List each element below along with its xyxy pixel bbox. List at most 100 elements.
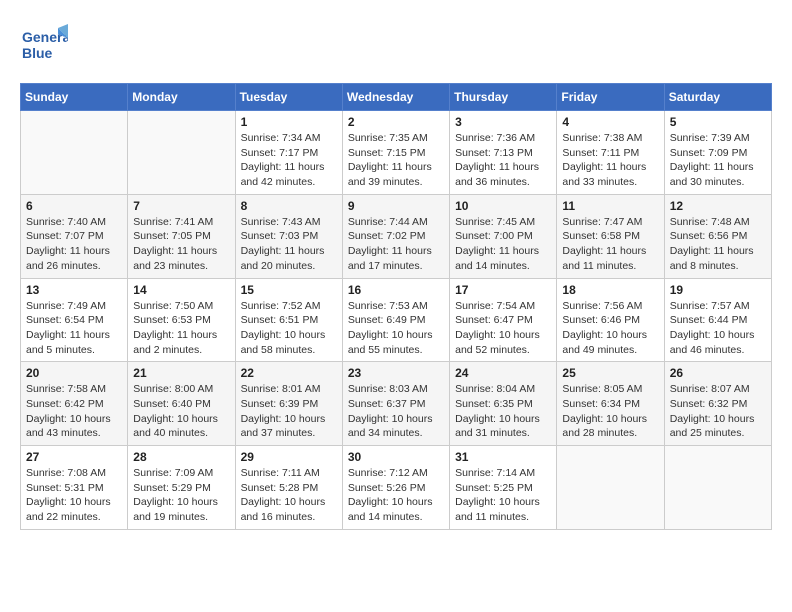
- day-number: 21: [133, 366, 229, 380]
- day-detail: Sunrise: 7:34 AMSunset: 7:17 PMDaylight:…: [241, 131, 337, 190]
- calendar-cell: 22 Sunrise: 8:01 AMSunset: 6:39 PMDayligh…: [235, 362, 342, 446]
- calendar-cell: 17 Sunrise: 7:54 AMSunset: 6:47 PMDayligh…: [450, 278, 557, 362]
- day-number: 27: [26, 450, 122, 464]
- day-detail: Sunrise: 7:09 AMSunset: 5:29 PMDaylight:…: [133, 466, 229, 525]
- day-number: 9: [348, 199, 444, 213]
- calendar-week-row: 27 Sunrise: 7:08 AMSunset: 5:31 PMDayligh…: [21, 446, 772, 530]
- calendar-cell: 28Sunrise: 7:09 AMSunset: 5:29 PMDayligh…: [128, 446, 235, 530]
- calendar-week-row: 6 Sunrise: 7:40 AMSunset: 7:07 PMDaylight…: [21, 194, 772, 278]
- day-number: 29: [241, 450, 337, 464]
- calendar-cell: 19 Sunrise: 7:57 AMSunset: 6:44 PMDayligh…: [664, 278, 771, 362]
- calendar-cell: 8 Sunrise: 7:43 AMSunset: 7:03 PMDaylight…: [235, 194, 342, 278]
- calendar-cell: 27 Sunrise: 7:08 AMSunset: 5:31 PMDayligh…: [21, 446, 128, 530]
- day-number: 12: [670, 199, 766, 213]
- day-number: 18: [562, 283, 658, 297]
- calendar-cell: 13Sunrise: 7:49 AMSunset: 6:54 PMDayligh…: [21, 278, 128, 362]
- day-number: 23: [348, 366, 444, 380]
- calendar-cell: 4Sunrise: 7:38 AMSunset: 7:11 PMDaylight…: [557, 111, 664, 195]
- day-detail: Sunrise: 8:03 AMSunset: 6:37 PMDaylight:…: [348, 382, 444, 441]
- day-number: 14: [133, 283, 229, 297]
- day-detail: Sunrise: 7:14 AMSunset: 5:25 PMDaylight:…: [455, 466, 551, 525]
- day-detail: Sunrise: 7:08 AMSunset: 5:31 PMDaylight:…: [26, 466, 122, 525]
- calendar-cell: 5 Sunrise: 7:39 AMSunset: 7:09 PMDaylight…: [664, 111, 771, 195]
- day-number: 17: [455, 283, 551, 297]
- calendar-cell: 30 Sunrise: 7:12 AMSunset: 5:26 PMDayligh…: [342, 446, 449, 530]
- calendar-cell: 18Sunrise: 7:56 AMSunset: 6:46 PMDayligh…: [557, 278, 664, 362]
- day-number: 30: [348, 450, 444, 464]
- day-detail: Sunrise: 7:41 AMSunset: 7:05 PMDaylight:…: [133, 215, 229, 274]
- logo-icon: General Blue: [20, 20, 68, 68]
- calendar-cell: 14 Sunrise: 7:50 AMSunset: 6:53 PMDayligh…: [128, 278, 235, 362]
- day-detail: Sunrise: 7:38 AMSunset: 7:11 PMDaylight:…: [562, 131, 658, 190]
- day-detail: Sunrise: 7:36 AMSunset: 7:13 PMDaylight:…: [455, 131, 551, 190]
- day-number: 24: [455, 366, 551, 380]
- day-number: 19: [670, 283, 766, 297]
- day-detail: Sunrise: 7:40 AMSunset: 7:07 PMDaylight:…: [26, 215, 122, 274]
- calendar-cell: 2Sunrise: 7:35 AMSunset: 7:15 PMDaylight…: [342, 111, 449, 195]
- day-detail: Sunrise: 7:12 AMSunset: 5:26 PMDaylight:…: [348, 466, 444, 525]
- calendar-cell: 12 Sunrise: 7:48 AMSunset: 6:56 PMDayligh…: [664, 194, 771, 278]
- calendar-cell: 7Sunrise: 7:41 AMSunset: 7:05 PMDaylight…: [128, 194, 235, 278]
- day-number: 3: [455, 115, 551, 129]
- calendar-table: SundayMondayTuesdayWednesdayThursdayFrid…: [20, 83, 772, 530]
- calendar-cell: 24 Sunrise: 8:04 AMSunset: 6:35 PMDayligh…: [450, 362, 557, 446]
- calendar-cell: 11 Sunrise: 7:47 AMSunset: 6:58 PMDayligh…: [557, 194, 664, 278]
- day-detail: Sunrise: 8:05 AMSunset: 6:34 PMDaylight:…: [562, 382, 658, 441]
- weekday-header: Wednesday: [342, 84, 449, 111]
- calendar-week-row: 1 Sunrise: 7:34 AMSunset: 7:17 PMDaylight…: [21, 111, 772, 195]
- calendar-cell: 25Sunrise: 8:05 AMSunset: 6:34 PMDayligh…: [557, 362, 664, 446]
- weekday-header: Thursday: [450, 84, 557, 111]
- day-detail: Sunrise: 7:52 AMSunset: 6:51 PMDaylight:…: [241, 299, 337, 358]
- calendar-cell: [21, 111, 128, 195]
- calendar-cell: 31 Sunrise: 7:14 AMSunset: 5:25 PMDayligh…: [450, 446, 557, 530]
- day-number: 20: [26, 366, 122, 380]
- day-detail: Sunrise: 7:53 AMSunset: 6:49 PMDaylight:…: [348, 299, 444, 358]
- svg-text:Blue: Blue: [22, 45, 53, 61]
- logo: General Blue: [20, 20, 68, 73]
- day-detail: Sunrise: 7:39 AMSunset: 7:09 PMDaylight:…: [670, 131, 766, 190]
- calendar-week-row: 20 Sunrise: 7:58 AMSunset: 6:42 PMDayligh…: [21, 362, 772, 446]
- weekday-header: Saturday: [664, 84, 771, 111]
- day-detail: Sunrise: 7:58 AMSunset: 6:42 PMDaylight:…: [26, 382, 122, 441]
- day-detail: Sunrise: 7:54 AMSunset: 6:47 PMDaylight:…: [455, 299, 551, 358]
- day-number: 31: [455, 450, 551, 464]
- day-number: 26: [670, 366, 766, 380]
- calendar-cell: [128, 111, 235, 195]
- calendar-cell: 21Sunrise: 8:00 AMSunset: 6:40 PMDayligh…: [128, 362, 235, 446]
- page-header: General Blue: [20, 20, 772, 73]
- calendar-header-row: SundayMondayTuesdayWednesdayThursdayFrid…: [21, 84, 772, 111]
- day-detail: Sunrise: 7:57 AMSunset: 6:44 PMDaylight:…: [670, 299, 766, 358]
- day-detail: Sunrise: 7:47 AMSunset: 6:58 PMDaylight:…: [562, 215, 658, 274]
- calendar-cell: 23 Sunrise: 8:03 AMSunset: 6:37 PMDayligh…: [342, 362, 449, 446]
- day-detail: Sunrise: 7:48 AMSunset: 6:56 PMDaylight:…: [670, 215, 766, 274]
- day-detail: Sunrise: 7:45 AMSunset: 7:00 PMDaylight:…: [455, 215, 551, 274]
- calendar-cell: 10Sunrise: 7:45 AMSunset: 7:00 PMDayligh…: [450, 194, 557, 278]
- calendar-cell: 6 Sunrise: 7:40 AMSunset: 7:07 PMDaylight…: [21, 194, 128, 278]
- day-detail: Sunrise: 7:49 AMSunset: 6:54 PMDaylight:…: [26, 299, 122, 358]
- weekday-header: Monday: [128, 84, 235, 111]
- day-detail: Sunrise: 7:43 AMSunset: 7:03 PMDaylight:…: [241, 215, 337, 274]
- calendar-cell: 3 Sunrise: 7:36 AMSunset: 7:13 PMDaylight…: [450, 111, 557, 195]
- calendar-cell: [664, 446, 771, 530]
- calendar-cell: 16Sunrise: 7:53 AMSunset: 6:49 PMDayligh…: [342, 278, 449, 362]
- calendar-week-row: 13Sunrise: 7:49 AMSunset: 6:54 PMDayligh…: [21, 278, 772, 362]
- day-detail: Sunrise: 8:07 AMSunset: 6:32 PMDaylight:…: [670, 382, 766, 441]
- calendar-cell: 1 Sunrise: 7:34 AMSunset: 7:17 PMDaylight…: [235, 111, 342, 195]
- day-number: 1: [241, 115, 337, 129]
- day-number: 15: [241, 283, 337, 297]
- calendar-cell: 29Sunrise: 7:11 AMSunset: 5:28 PMDayligh…: [235, 446, 342, 530]
- calendar-cell: 15 Sunrise: 7:52 AMSunset: 6:51 PMDayligh…: [235, 278, 342, 362]
- weekday-header: Friday: [557, 84, 664, 111]
- day-detail: Sunrise: 7:44 AMSunset: 7:02 PMDaylight:…: [348, 215, 444, 274]
- calendar-cell: 26 Sunrise: 8:07 AMSunset: 6:32 PMDayligh…: [664, 362, 771, 446]
- day-number: 11: [562, 199, 658, 213]
- day-detail: Sunrise: 7:35 AMSunset: 7:15 PMDaylight:…: [348, 131, 444, 190]
- weekday-header: Tuesday: [235, 84, 342, 111]
- day-number: 6: [26, 199, 122, 213]
- day-number: 5: [670, 115, 766, 129]
- day-detail: Sunrise: 8:01 AMSunset: 6:39 PMDaylight:…: [241, 382, 337, 441]
- day-detail: Sunrise: 7:50 AMSunset: 6:53 PMDaylight:…: [133, 299, 229, 358]
- day-number: 22: [241, 366, 337, 380]
- day-number: 8: [241, 199, 337, 213]
- day-detail: Sunrise: 8:04 AMSunset: 6:35 PMDaylight:…: [455, 382, 551, 441]
